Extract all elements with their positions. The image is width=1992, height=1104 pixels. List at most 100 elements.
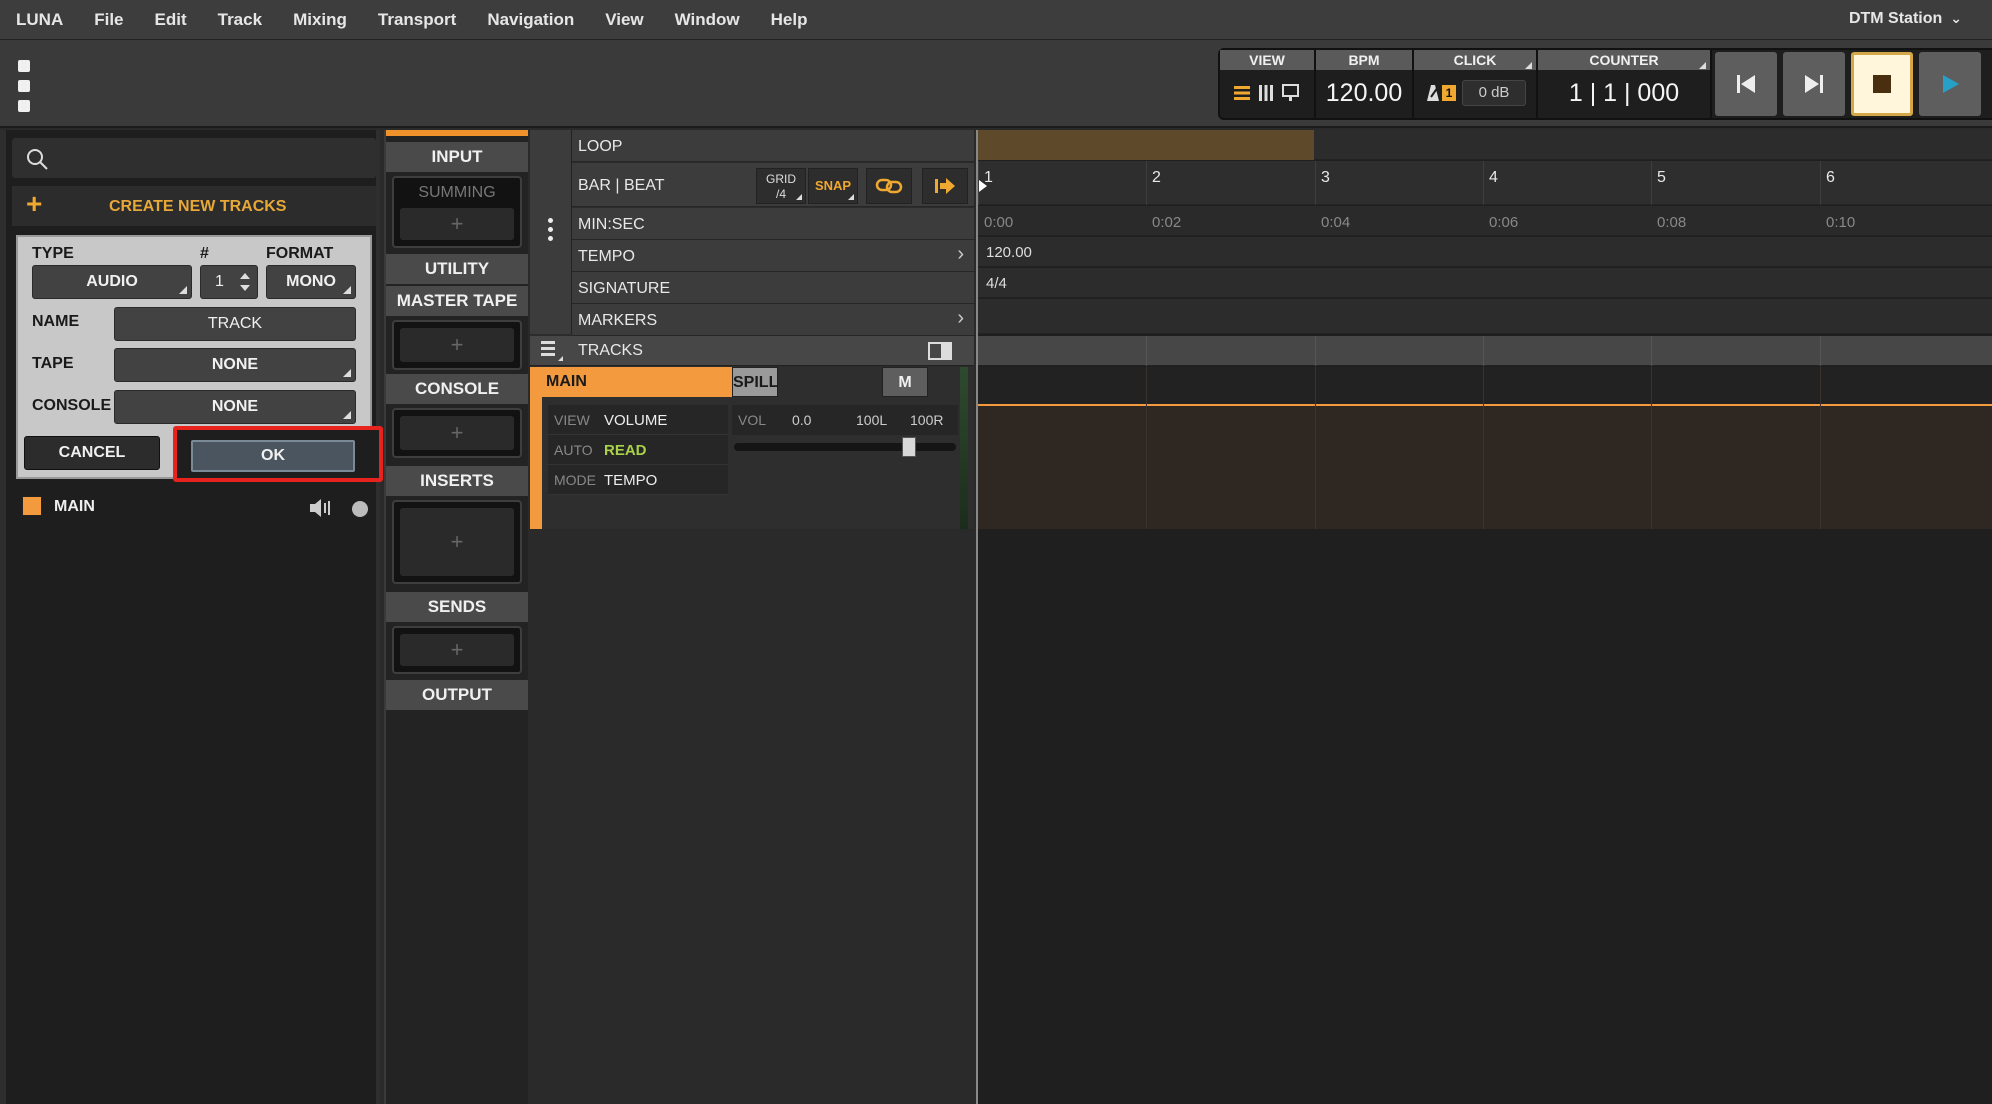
spill-button[interactable]: SPILL [732, 367, 778, 397]
fader-handle[interactable] [902, 437, 916, 457]
auto-value[interactable]: READ [604, 442, 647, 459]
ruler-min-sec[interactable]: MIN:SEC [572, 208, 974, 240]
more-options-icon[interactable] [548, 218, 553, 241]
ok-button[interactable]: OK [191, 440, 355, 472]
loop-label: LOOP [578, 138, 623, 155]
menu-edit[interactable]: Edit [155, 10, 187, 30]
click-level-field[interactable]: 0 dB [1462, 80, 1526, 106]
summing-slot[interactable]: SUMMING + [392, 176, 522, 248]
bpm-block[interactable]: BPM 120.00 [1316, 50, 1414, 118]
loop-region[interactable] [978, 130, 1314, 160]
mode-value[interactable]: TEMPO [604, 472, 657, 489]
ruler-loop[interactable]: LOOP [572, 130, 974, 162]
console-slot[interactable]: + [392, 408, 522, 458]
menu-help[interactable]: Help [771, 10, 808, 30]
signature-value[interactable]: 4/4 [986, 275, 1007, 292]
empty-track-area[interactable] [978, 530, 1992, 1104]
click-badge[interactable]: 1 [1442, 85, 1456, 101]
menu-file[interactable]: File [94, 10, 123, 30]
track-list-item[interactable]: MAIN [12, 493, 376, 525]
speaker-icon[interactable] [308, 497, 334, 519]
volume-fader[interactable] [734, 437, 956, 457]
tracks-view-icon[interactable] [1234, 85, 1250, 101]
input-section-label[interactable]: INPUT [386, 142, 528, 172]
view-row[interactable]: VIEW VOLUME [548, 405, 728, 435]
create-new-tracks-header[interactable]: + CREATE NEW TRACKS [12, 186, 376, 226]
utility-section-label[interactable]: UTILITY [386, 254, 528, 284]
editor-view-icon[interactable] [1282, 84, 1300, 102]
name-field[interactable]: TRACK [114, 307, 356, 341]
ruler-markers[interactable]: MARKERS › [572, 304, 974, 336]
bpm-value[interactable]: 120.00 [1316, 70, 1412, 116]
vol-value[interactable]: 0.0 [792, 412, 811, 428]
count-stepper[interactable]: 1 [200, 265, 258, 299]
signature-lane[interactable]: 4/4 [978, 268, 1992, 298]
stepper-arrows-icon[interactable] [239, 272, 251, 292]
grid-select[interactable]: GRID /4 [756, 168, 806, 204]
add-insert-button[interactable]: + [400, 508, 514, 576]
stop-button[interactable] [1851, 52, 1913, 116]
follow-button[interactable] [922, 168, 968, 204]
mute-button[interactable]: M [882, 367, 928, 397]
add-send-button[interactable]: + [400, 634, 514, 666]
menu-track[interactable]: Track [218, 10, 262, 30]
mixer-view-icon[interactable] [1258, 85, 1274, 101]
main-track-lane[interactable] [978, 367, 1992, 529]
menu-window[interactable]: Window [675, 10, 740, 30]
type-select[interactable]: AUDIO [32, 265, 192, 299]
metronome-icon[interactable] [1424, 84, 1440, 102]
add-master-tape-button[interactable]: + [400, 328, 514, 362]
menu-transport[interactable]: Transport [378, 10, 456, 30]
inserts-slot[interactable]: + [392, 500, 522, 584]
name-label: NAME [32, 313, 80, 330]
track-list-menu-icon[interactable] [540, 340, 564, 362]
add-console-button[interactable]: + [400, 416, 514, 450]
link-button[interactable] [866, 168, 912, 204]
markers-lane[interactable] [978, 299, 1992, 334]
sends-section-label[interactable]: SENDS [386, 592, 528, 622]
output-section-label[interactable]: OUTPUT [386, 680, 528, 710]
menu-view[interactable]: View [605, 10, 643, 30]
console-select[interactable]: NONE [114, 390, 356, 424]
master-tape-slot[interactable]: + [392, 320, 522, 370]
record-arm-icon[interactable] [352, 501, 368, 517]
timeline[interactable]: 1 2 3 4 5 6 0:00 0:02 0:04 0:06 0:08 0:1… [976, 130, 1992, 1104]
time-ruler[interactable]: 0:00 0:02 0:04 0:06 0:08 0:10 [978, 206, 1992, 236]
menu-navigation[interactable]: Navigation [487, 10, 574, 30]
ruler-tempo[interactable]: TEMPO › [572, 240, 974, 272]
sends-slot[interactable]: + [392, 626, 522, 674]
sidebar-toggle-icon[interactable] [18, 60, 32, 112]
auto-row[interactable]: AUTO READ [548, 435, 728, 465]
snap-button[interactable]: SNAP [808, 168, 858, 204]
inserts-section-label[interactable]: INSERTS [386, 466, 528, 496]
add-summing-button[interactable]: + [400, 208, 514, 240]
menu-mixing[interactable]: Mixing [293, 10, 347, 30]
pan-right-value[interactable]: 100R [910, 412, 943, 428]
rewind-button[interactable] [1715, 52, 1777, 116]
mode-row[interactable]: MODE TEMPO [548, 465, 728, 495]
chevron-right-icon[interactable]: › [957, 307, 964, 330]
search-input[interactable] [12, 138, 376, 178]
track-name[interactable]: MAIN [542, 367, 732, 397]
ruler-signature[interactable]: SIGNATURE [572, 272, 974, 304]
track-height-icon[interactable] [928, 342, 952, 360]
tempo-lane[interactable]: 120.00 [978, 237, 1992, 267]
tape-select[interactable]: NONE [114, 348, 356, 382]
play-button[interactable] [1919, 52, 1981, 116]
counter-value[interactable]: 1 | 1 | 000 [1538, 70, 1710, 116]
format-select[interactable]: MONO [266, 265, 356, 299]
chevron-right-icon[interactable]: › [957, 243, 964, 266]
forward-button[interactable] [1783, 52, 1845, 116]
menu-luna[interactable]: LUNA [16, 10, 63, 30]
bar-ruler[interactable]: 1 2 3 4 5 6 [978, 161, 1992, 205]
master-tape-section-label[interactable]: MASTER TAPE [386, 286, 528, 316]
view-value[interactable]: VOLUME [604, 412, 667, 429]
tempo-value[interactable]: 120.00 [986, 244, 1032, 261]
cancel-button[interactable]: CANCEL [24, 436, 160, 470]
track-color-swatch[interactable] [22, 496, 42, 516]
station-menu[interactable]: DTM Station ⌄ [1849, 10, 1962, 28]
counter-block[interactable]: COUNTER 1 | 1 | 000 [1538, 50, 1712, 118]
loop-lane[interactable] [978, 130, 1992, 160]
pan-left-value[interactable]: 100L [856, 412, 887, 428]
console-section-label[interactable]: CONSOLE [386, 374, 528, 404]
